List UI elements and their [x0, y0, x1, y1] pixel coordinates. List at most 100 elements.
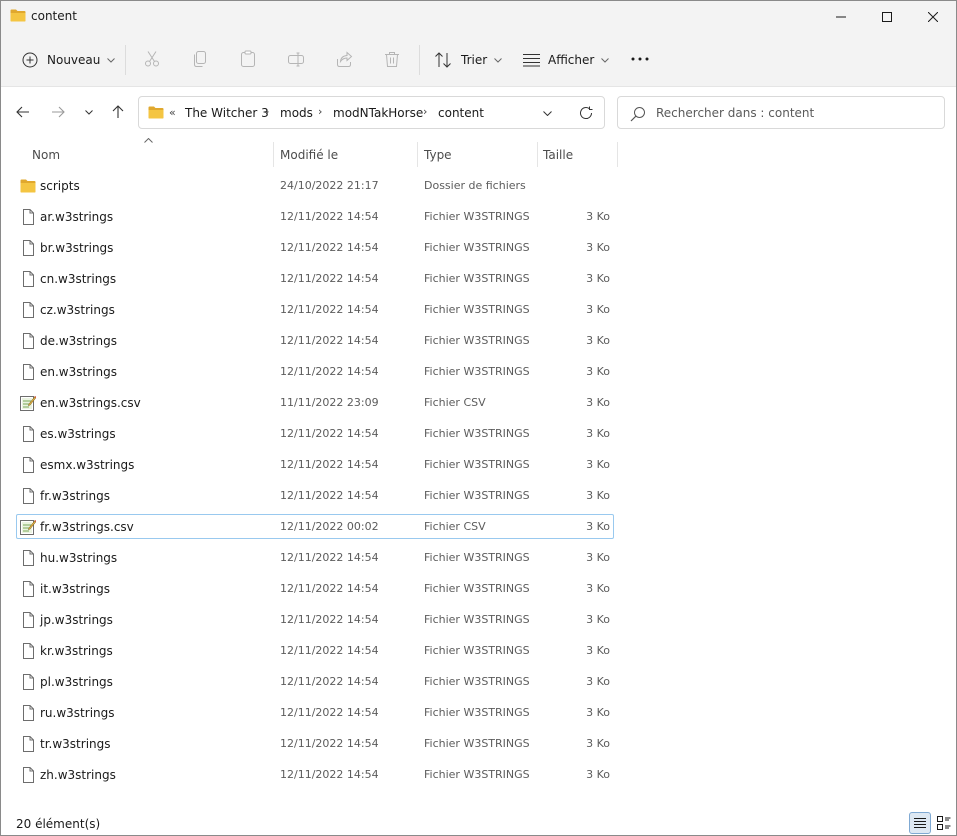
file-row[interactable]: jp.w3strings 12/11/2022 14:54 Fichier W3ST… — [16, 607, 614, 632]
file-row[interactable]: de.w3strings 12/11/2022 14:54 Fichier W3ST… — [16, 328, 614, 353]
minimize-button[interactable] — [818, 1, 864, 33]
details-view-button[interactable] — [909, 812, 931, 834]
file-name: jp.w3strings — [40, 613, 113, 627]
file-size: 3 Ko — [586, 241, 610, 254]
file-row[interactable]: ru.w3strings 12/11/2022 14:54 Fichier W3ST… — [16, 700, 614, 725]
file-type: Fichier W3STRINGS — [424, 551, 530, 564]
file-name: zh.w3strings — [40, 768, 116, 782]
file-type: Fichier W3STRINGS — [424, 458, 530, 471]
file-row[interactable]: zh.w3strings 12/11/2022 14:54 Fichier W3ST… — [16, 762, 614, 787]
file-type: Fichier W3STRINGS — [424, 241, 530, 254]
window-title: content — [31, 9, 77, 23]
file-row[interactable]: fr.w3strings.csv 12/11/2022 00:02 Fichier … — [16, 514, 614, 539]
column-header-name[interactable]: Nom — [32, 142, 272, 167]
forward-button[interactable] — [48, 102, 68, 122]
arrow-left-icon — [16, 106, 29, 118]
file-row[interactable]: esmx.w3strings 12/11/2022 14:54 Fichier W3… — [16, 452, 614, 477]
close-button[interactable] — [910, 1, 956, 33]
file-size: 3 Ko — [586, 210, 610, 223]
file-type: Fichier CSV — [424, 396, 486, 409]
view-label: Afficher — [548, 53, 595, 67]
file-name: ar.w3strings — [40, 210, 114, 224]
refresh-icon[interactable] — [579, 106, 593, 120]
paste-button[interactable] — [238, 49, 258, 69]
more-options-button[interactable] — [630, 49, 650, 69]
sort-button[interactable]: Trier — [434, 45, 503, 75]
file-modified: 11/11/2022 23:09 — [280, 396, 379, 409]
file-icon — [23, 488, 34, 504]
file-name: kr.w3strings — [40, 644, 113, 658]
breadcrumb-content[interactable]: content — [438, 106, 484, 120]
search-box[interactable] — [617, 96, 945, 129]
file-type: Fichier W3STRINGS — [424, 334, 530, 347]
new-button[interactable]: Nouveau — [22, 45, 116, 75]
breadcrumb-modntakhorse[interactable]: modNTakHorse — [333, 106, 423, 120]
file-row[interactable]: cn.w3strings 12/11/2022 14:54 Fichier W3ST… — [16, 266, 614, 291]
file-explorer-window: content Nouveau Trier Afficher « The Wit… — [0, 0, 957, 836]
column-divider[interactable] — [273, 142, 274, 167]
copy-button[interactable] — [190, 49, 210, 69]
file-modified: 12/11/2022 14:54 — [280, 303, 379, 316]
file-row[interactable]: hu.w3strings 12/11/2022 14:54 Fichier W3ST… — [16, 545, 614, 570]
up-button[interactable] — [108, 102, 128, 122]
file-name: esmx.w3strings — [40, 458, 135, 472]
back-button[interactable] — [13, 102, 33, 122]
view-button[interactable]: Afficher — [523, 45, 610, 75]
file-row[interactable]: br.w3strings 12/11/2022 14:54 Fichier W3ST… — [16, 235, 614, 260]
delete-button[interactable] — [382, 49, 402, 69]
file-name: en.w3strings.csv — [40, 396, 141, 410]
column-header-type[interactable]: Type — [424, 142, 536, 167]
column-divider[interactable] — [417, 142, 418, 167]
file-row[interactable]: cz.w3strings 12/11/2022 14:54 Fichier W3ST… — [16, 297, 614, 322]
folder-icon — [20, 179, 36, 193]
file-icon — [23, 240, 34, 256]
more-icon — [631, 57, 649, 61]
paste-icon — [241, 50, 255, 67]
breadcrumb-overflow[interactable]: « — [169, 106, 176, 119]
breadcrumb-mods[interactable]: mods — [280, 106, 313, 120]
file-row[interactable]: en.w3strings.csv 11/11/2022 23:09 Fichier … — [16, 390, 614, 415]
file-row[interactable]: fr.w3strings 12/11/2022 14:54 Fichier W3ST… — [16, 483, 614, 508]
chevron-down-icon[interactable] — [543, 111, 552, 116]
column-divider[interactable] — [537, 142, 538, 167]
folder-icon — [148, 106, 164, 119]
file-row[interactable]: ar.w3strings 12/11/2022 14:54 Fichier W3ST… — [16, 204, 614, 229]
breadcrumb-separator[interactable]: › — [318, 105, 322, 118]
chevron-down-icon — [107, 57, 116, 63]
file-row[interactable]: es.w3strings 12/11/2022 14:54 Fichier W3ST… — [16, 421, 614, 446]
file-type: Fichier W3STRINGS — [424, 613, 530, 626]
recent-locations-button[interactable] — [79, 102, 99, 122]
column-header-size[interactable]: Taille — [543, 142, 615, 167]
tiles-view-button[interactable] — [933, 812, 955, 834]
column-divider[interactable] — [617, 142, 618, 167]
file-size: 3 Ko — [586, 582, 610, 595]
file-size: 3 Ko — [586, 303, 610, 316]
file-row[interactable]: en.w3strings 12/11/2022 14:54 Fichier W3ST… — [16, 359, 614, 384]
address-bar[interactable]: « The Witcher 3 › mods › modNTakHorse › … — [138, 96, 605, 129]
maximize-button[interactable] — [864, 1, 910, 33]
file-icon — [23, 550, 34, 566]
search-input[interactable] — [656, 104, 936, 122]
file-type: Fichier W3STRINGS — [424, 272, 530, 285]
cut-icon — [145, 51, 159, 67]
file-type: Fichier W3STRINGS — [424, 489, 530, 502]
breadcrumb-separator[interactable]: › — [423, 105, 427, 118]
file-name: tr.w3strings — [40, 737, 111, 751]
cut-button[interactable] — [142, 49, 162, 69]
file-name: de.w3strings — [40, 334, 117, 348]
file-modified: 12/11/2022 14:54 — [280, 582, 379, 595]
file-type: Fichier W3STRINGS — [424, 737, 530, 750]
file-row[interactable]: pl.w3strings 12/11/2022 14:54 Fichier W3ST… — [16, 669, 614, 694]
file-icon — [23, 209, 34, 225]
breadcrumb-the-witcher-3[interactable]: The Witcher 3 — [185, 106, 269, 120]
file-row[interactable]: tr.w3strings 12/11/2022 14:54 Fichier W3ST… — [16, 731, 614, 756]
file-icon — [23, 364, 34, 380]
file-row[interactable]: it.w3strings 12/11/2022 14:54 Fichier W3ST… — [16, 576, 614, 601]
rename-button[interactable] — [286, 49, 306, 69]
column-header-modified[interactable]: Modifié le — [280, 142, 416, 167]
chevron-down-icon — [494, 57, 503, 63]
share-button[interactable] — [334, 49, 354, 69]
file-row[interactable]: scripts 24/10/2022 21:17 Dossier de fichie… — [16, 173, 614, 198]
file-row[interactable]: kr.w3strings 12/11/2022 14:54 Fichier W3ST… — [16, 638, 614, 663]
breadcrumb-separator[interactable]: › — [265, 105, 269, 118]
